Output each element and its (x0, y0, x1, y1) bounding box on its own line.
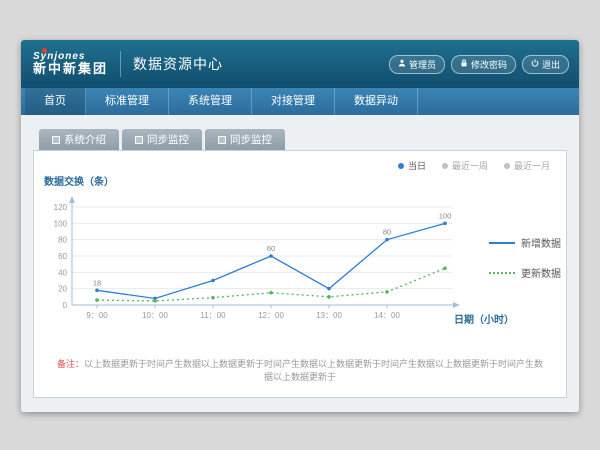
legend-item-last-month[interactable]: 最近一月 (504, 159, 550, 172)
footnote: 备注：以上数据更新于时间产生数据以上数据更新于时间产生数据以上数据更新于时间产生… (34, 357, 566, 383)
svg-text:11：00: 11：00 (200, 311, 226, 320)
legend-dot-icon (504, 163, 510, 169)
legend-item-update-data[interactable]: 更新数据 (489, 265, 561, 280)
logout-button-label: 退出 (542, 58, 560, 71)
x-axis-title: 日期（小时） (454, 311, 514, 326)
svg-text:120: 120 (54, 203, 68, 212)
legend-dot-icon (442, 163, 448, 169)
footnote-text: 以上数据更新于时间产生数据以上数据更新于时间产生数据以上数据更新于时间产生数据以… (84, 359, 543, 382)
power-icon (531, 59, 539, 69)
time-range-legend: 当日 最近一周 最近一月 (398, 159, 550, 172)
header-divider (120, 51, 121, 77)
tab-sync-monitor-2[interactable]: 同步监控 (205, 129, 285, 150)
legend-item-last-week[interactable]: 最近一周 (442, 159, 488, 172)
dotted-line-icon (489, 272, 515, 274)
legend-label: 最近一月 (514, 159, 550, 172)
svg-text:10：00: 10：00 (142, 311, 168, 320)
footnote-prefix: 备注： (57, 359, 84, 369)
main-nav: 首页 标准管理 系统管理 对接管理 数据异动 (21, 88, 579, 115)
company-name: 新中新集团 (33, 62, 108, 77)
svg-text:80: 80 (58, 236, 67, 245)
logo-dot-icon (42, 48, 47, 53)
legend-label: 当日 (408, 159, 426, 172)
legend-label: 最近一周 (452, 159, 488, 172)
svg-text:9：00: 9：00 (86, 311, 108, 320)
series-label: 新增数据 (521, 235, 561, 250)
svg-text:80: 80 (383, 228, 391, 237)
svg-text:60: 60 (58, 252, 67, 261)
header-actions: 管理员 修改密码 退出 (389, 55, 569, 74)
tab-grid-icon (52, 136, 60, 144)
nav-item-data-changes[interactable]: 数据异动 (335, 88, 418, 115)
legend-item-today[interactable]: 当日 (398, 159, 426, 172)
nav-item-home[interactable]: 首页 (25, 88, 86, 115)
user-icon (398, 59, 406, 69)
logo: Synjones 新中新集团 (31, 51, 108, 77)
header: Synjones 新中新集团 数据资源中心 管理员 修改密码 退出 (21, 40, 579, 88)
chart-panel: 当日 最近一周 最近一月 数据交换（条） 0 20 40 60 80 100 120 9：00… (33, 150, 567, 398)
nav-item-system-management[interactable]: 系统管理 (169, 88, 252, 115)
svg-text:0: 0 (63, 301, 68, 310)
legend-item-new-data[interactable]: 新增数据 (489, 235, 561, 250)
app-window: Synjones 新中新集团 数据资源中心 管理员 修改密码 退出 首页 标准管… (21, 40, 579, 412)
tab-sync-monitor-1[interactable]: 同步监控 (122, 129, 202, 150)
lock-icon (460, 59, 468, 69)
admin-button[interactable]: 管理员 (389, 55, 445, 74)
svg-text:100: 100 (54, 219, 68, 228)
tab-label: 系统介绍 (64, 132, 106, 147)
svg-text:13：00: 13：00 (316, 311, 342, 320)
tab-label: 同步监控 (147, 132, 189, 147)
svg-text:100: 100 (439, 211, 452, 220)
nav-item-standard-management[interactable]: 标准管理 (86, 88, 169, 115)
change-password-button[interactable]: 修改密码 (451, 55, 516, 74)
solid-line-icon (489, 242, 515, 244)
tab-label: 同步监控 (230, 132, 272, 147)
change-password-button-label: 修改密码 (471, 58, 507, 71)
series-legend: 新增数据 更新数据 (489, 235, 561, 280)
tab-system-intro[interactable]: 系统介绍 (39, 129, 119, 150)
series-label: 更新数据 (521, 265, 561, 280)
y-axis-title: 数据交换（条） (44, 173, 114, 188)
nav-item-integration-management[interactable]: 对接管理 (252, 88, 335, 115)
legend-dot-icon (398, 163, 404, 169)
svg-text:14：00: 14：00 (374, 311, 400, 320)
tab-grid-icon (135, 136, 143, 144)
svg-text:20: 20 (58, 285, 67, 294)
tab-bar: 系统介绍 同步监控 同步监控 (39, 129, 567, 150)
svg-text:60: 60 (267, 244, 275, 253)
content-area: 系统介绍 同步监控 同步监控 当日 最近一周 (21, 115, 579, 412)
svg-text:12：00: 12：00 (258, 311, 284, 320)
logout-button[interactable]: 退出 (522, 55, 569, 74)
svg-text:40: 40 (58, 268, 67, 277)
tab-grid-icon (218, 136, 226, 144)
admin-button-label: 管理员 (409, 58, 436, 71)
line-chart: 0 20 40 60 80 100 120 9：00 10：00 11：00 12：00 13：00 1… (42, 193, 472, 345)
svg-text:18: 18 (93, 278, 101, 287)
page-title: 数据资源中心 (133, 54, 223, 74)
